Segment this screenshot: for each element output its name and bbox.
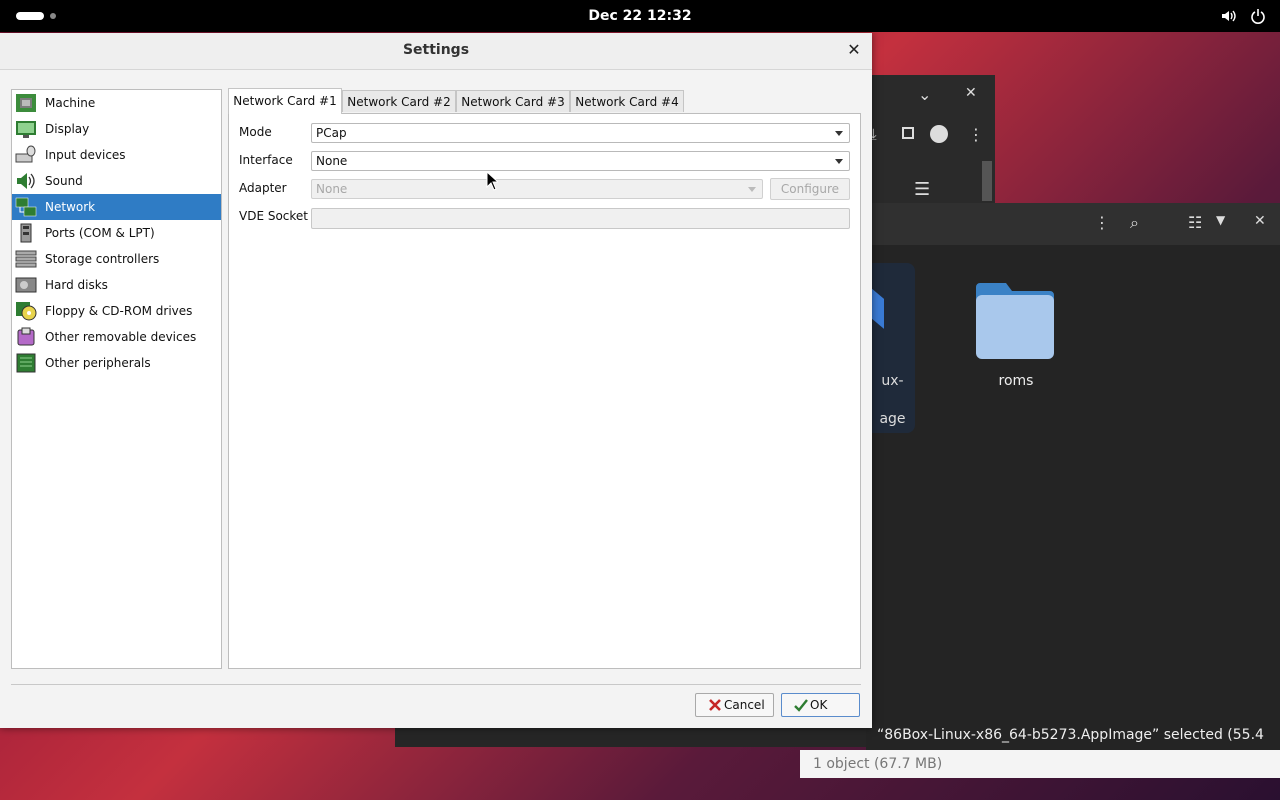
category-label: Other peripherals — [45, 356, 151, 370]
close-icon[interactable]: ✕ — [965, 85, 977, 101]
category-label: Hard disks — [45, 278, 108, 292]
settings-category-list: Machine Display Input devices Sound Netw… — [11, 89, 222, 669]
search-icon[interactable]: ⌕ — [1130, 213, 1139, 233]
network-icon — [15, 197, 37, 217]
category-machine[interactable]: Machine — [12, 90, 221, 116]
power-icon[interactable] — [1250, 8, 1266, 24]
category-label: Other removable devices — [45, 330, 197, 344]
close-icon: ✕ — [847, 40, 861, 59]
adapter-value: None — [316, 182, 348, 196]
category-ports[interactable]: Ports (COM & LPT) — [12, 220, 221, 246]
mode-value: PCap — [316, 126, 347, 140]
category-label: Network — [45, 200, 96, 214]
category-floppy-cdrom[interactable]: Floppy & CD-ROM drives — [12, 298, 221, 324]
top-bar: Dec 22 12:32 — [0, 0, 1280, 32]
objects-status: 1 object (67.7 MB) — [800, 750, 1280, 778]
category-label: Storage controllers — [45, 252, 160, 266]
adapter-label: Adapter — [239, 181, 287, 195]
hard-disk-icon — [15, 277, 37, 293]
folder-label[interactable]: roms — [966, 373, 1066, 389]
background-window-strip — [395, 727, 875, 747]
mouse-cursor-icon — [486, 171, 498, 191]
chevron-down-icon[interactable]: ⌄ — [918, 85, 931, 104]
scrollbar[interactable] — [982, 161, 992, 201]
category-label: Machine — [45, 96, 96, 110]
file-name-line1: ux- — [881, 373, 904, 389]
file-name-line2: age — [879, 411, 906, 427]
floppy-cdrom-icon — [16, 302, 37, 321]
settings-dialog: Settings ✕ Machine Display Input devices… — [0, 33, 872, 728]
dialog-title: Settings — [402, 42, 470, 58]
sidebar-icon[interactable] — [902, 127, 914, 139]
interface-select[interactable]: None — [311, 151, 850, 171]
account-icon[interactable] — [930, 125, 948, 143]
background-browser-window: ⌄ ✕ ⤓ ⋮ ☰ — [870, 75, 995, 205]
chevron-down-icon — [748, 187, 756, 192]
removable-icon — [17, 327, 35, 346]
selection-status: “86Box-Linux-x86_64-b5273.AppImage” sele… — [866, 720, 1280, 773]
volume-icon[interactable] — [1220, 8, 1236, 24]
category-sound[interactable]: Sound — [12, 168, 221, 194]
clock[interactable]: Dec 22 12:32 — [0, 0, 1280, 32]
file-manager-header: ⋮ ⌕ ☷ ▼ ✕ — [870, 203, 1280, 245]
background-file-manager: ⋮ ⌕ ☷ ▼ ✕ ux- age roms — [870, 203, 1280, 748]
category-label: Floppy & CD-ROM drives — [45, 304, 193, 318]
ok-label: OK — [810, 698, 828, 712]
category-display[interactable]: Display — [12, 116, 221, 142]
storage-icon — [15, 250, 37, 268]
cancel-icon — [709, 699, 721, 711]
category-other-peripherals[interactable]: Other peripherals — [12, 350, 221, 376]
more-vert-icon[interactable]: ⋮ — [968, 125, 984, 144]
interface-value: None — [316, 154, 348, 168]
category-input-devices[interactable]: Input devices — [12, 142, 221, 168]
folder-icon[interactable] — [976, 279, 1054, 359]
ok-icon — [794, 699, 808, 712]
tab-network-card-2[interactable]: Network Card #2 — [342, 90, 456, 112]
hamburger-menu-icon[interactable]: ☰ — [914, 179, 930, 200]
machine-icon — [16, 94, 36, 112]
category-other-removable[interactable]: Other removable devices — [12, 324, 221, 350]
tab-network-card-4[interactable]: Network Card #4 — [570, 90, 684, 112]
vde-socket-input[interactable] — [311, 208, 850, 229]
close-icon[interactable]: ✕ — [1254, 213, 1266, 229]
close-button[interactable]: ✕ — [846, 42, 862, 58]
category-label: Sound — [45, 174, 83, 188]
category-label: Ports (COM & LPT) — [45, 226, 155, 240]
sound-icon — [17, 173, 35, 189]
ports-icon — [20, 223, 32, 243]
input-devices-icon — [15, 145, 36, 163]
file-item-selected[interactable] — [870, 263, 915, 433]
chevron-down-icon[interactable]: ▼ — [1216, 213, 1225, 227]
cancel-button[interactable]: Cancel — [695, 693, 774, 717]
interface-label: Interface — [239, 153, 293, 167]
more-vert-icon[interactable]: ⋮ — [1094, 213, 1110, 232]
tab-network-card-3[interactable]: Network Card #3 — [456, 90, 570, 112]
chevron-down-icon — [835, 131, 843, 136]
peripherals-icon — [16, 353, 36, 373]
cancel-label: Cancel — [724, 698, 765, 712]
category-network[interactable]: Network — [12, 194, 221, 220]
vde-socket-label: VDE Socket — [239, 209, 309, 223]
ok-button[interactable]: OK — [781, 693, 860, 717]
chevron-down-icon — [835, 159, 843, 164]
configure-button[interactable]: Configure — [770, 178, 850, 200]
category-hard-disks[interactable]: Hard disks — [12, 272, 221, 298]
list-view-icon[interactable]: ☷ — [1188, 213, 1202, 232]
tab-network-card-1[interactable]: Network Card #1 — [228, 88, 342, 114]
dialog-titlebar[interactable]: Settings ✕ — [0, 33, 872, 70]
mode-select[interactable]: PCap — [311, 123, 850, 143]
app-file-icon — [870, 287, 884, 329]
mode-label: Mode — [239, 125, 272, 139]
category-label: Display — [45, 122, 90, 136]
adapter-select[interactable]: None — [311, 179, 763, 199]
divider — [11, 684, 861, 685]
category-label: Input devices — [45, 148, 126, 162]
category-storage-controllers[interactable]: Storage controllers — [12, 246, 221, 272]
display-icon — [16, 121, 36, 138]
